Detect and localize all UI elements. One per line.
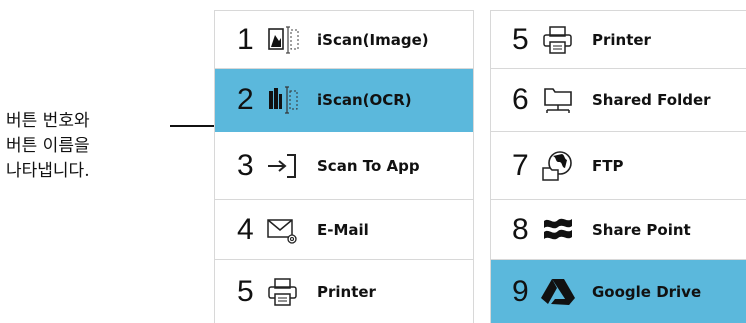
button-number: 8 [512, 212, 529, 246]
button-panel-right: 5 Printer 6 Shared Folder 7 FTP 8 Share … [490, 10, 746, 323]
scan-ocr-icon [263, 84, 303, 116]
button-2-iscan-ocr[interactable]: 2 iScan(OCR) [215, 69, 473, 132]
button-3-scan-to-app[interactable]: 3 Scan To App [215, 132, 473, 200]
button-6-shared-folder[interactable]: 6 Shared Folder [491, 69, 746, 132]
button-number: 5 [237, 274, 254, 308]
button-panel-left: 1 iScan(Image) 2 iScan(OCR) 3 Scan To Ap… [214, 10, 474, 323]
button-7-ftp[interactable]: 7 FTP [491, 132, 746, 200]
button-number: 3 [237, 148, 254, 182]
callout-line: 나타냅니다. [6, 161, 90, 181]
email-icon [263, 214, 303, 246]
button-1-iscan-image[interactable]: 1 iScan(Image) [215, 11, 473, 69]
sharepoint-icon [538, 214, 578, 246]
callout-line: 버튼 이름을 [6, 136, 90, 156]
button-number: 1 [237, 22, 254, 56]
callout-line: 버튼 번호와 [6, 111, 90, 131]
ftp-globe-icon [538, 150, 578, 182]
button-number: 6 [512, 83, 529, 116]
callout-leader-line [170, 125, 218, 127]
button-label: Share Point [592, 220, 691, 239]
button-4-email[interactable]: 4 E-Mail [215, 200, 473, 260]
button-number: 9 [512, 274, 529, 308]
button-9-google-drive[interactable]: 9 Google Drive [491, 260, 746, 323]
printer-icon [538, 24, 578, 56]
callout-text: 버튼 번호와 버튼 이름을 나타냅니다. [6, 109, 156, 184]
button-label: E-Mail [317, 220, 369, 239]
button-number: 4 [237, 212, 254, 246]
scan-image-icon [263, 24, 303, 56]
button-label: Shared Folder [592, 91, 711, 109]
google-drive-icon [538, 276, 578, 308]
button-label: iScan(OCR) [317, 91, 412, 109]
button-label: Google Drive [592, 282, 702, 301]
button-label: Printer [592, 30, 651, 49]
button-number: 5 [512, 22, 529, 56]
button-label: Scan To App [317, 156, 420, 175]
button-label: Printer [317, 282, 376, 301]
button-number: 2 [237, 83, 254, 116]
button-5-printer[interactable]: 5 Printer [215, 260, 473, 323]
button-label: FTP [592, 156, 624, 175]
button-label: iScan(Image) [317, 30, 429, 49]
shared-folder-icon [538, 84, 578, 116]
button-5-printer[interactable]: 5 Printer [491, 11, 746, 69]
printer-icon [263, 276, 303, 308]
button-8-share-point[interactable]: 8 Share Point [491, 200, 746, 260]
button-number: 7 [512, 148, 529, 182]
scan-to-app-icon [263, 150, 303, 182]
